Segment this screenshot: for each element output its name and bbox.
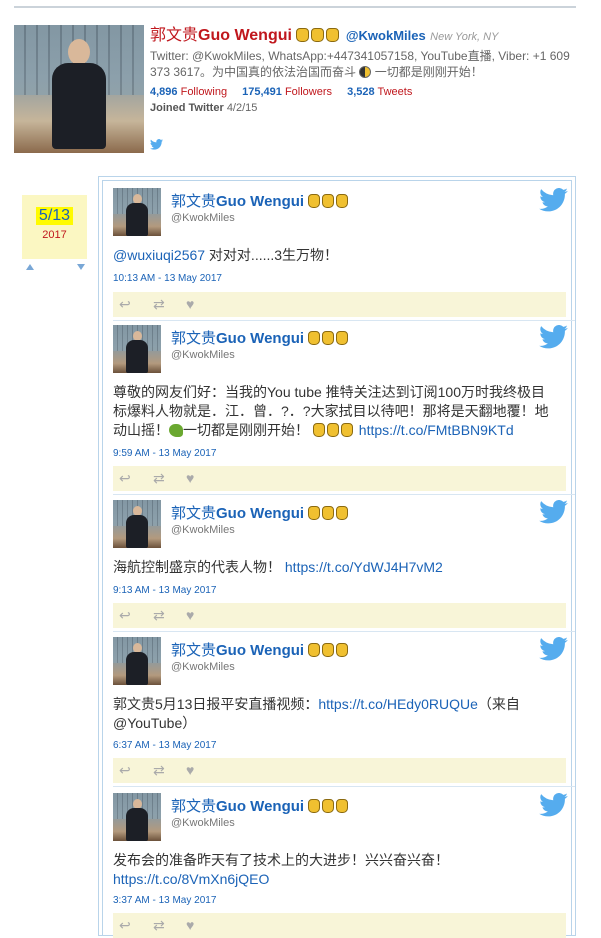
profile-info: 郭文贵Guo Wengui @KwokMiles New York, NY Tw…	[150, 25, 590, 114]
tweet-avatar[interactable]	[113, 637, 161, 685]
tweet-author-name[interactable]: 郭文贵Guo Wengui	[171, 795, 350, 816]
tweet-link[interactable]: https://t.co/8VmXn6jQEO	[113, 871, 269, 887]
tweet-actions: ↩ ⇄ ♥	[113, 603, 566, 628]
like-icon[interactable]: ♥	[186, 918, 194, 932]
arrow-down-icon[interactable]	[77, 264, 85, 270]
tweets-label[interactable]: Tweets	[377, 86, 412, 98]
tweet-author-name[interactable]: 郭文贵Guo Wengui	[171, 190, 350, 211]
like-icon[interactable]: ♥	[186, 471, 194, 485]
arrow-up-icon[interactable]	[26, 264, 34, 270]
tweet-text: 发布会的准备昨天有了技术上的大进步！兴兴奋兴奋！ https://t.co/8Vm…	[113, 852, 449, 887]
like-icon[interactable]: ♥	[186, 608, 194, 622]
profile-avatar[interactable]	[14, 25, 144, 153]
tweet-author-name[interactable]: 郭文贵Guo Wengui	[171, 327, 350, 348]
fist-emoji-icon	[308, 330, 350, 347]
tweet-actions: ↩ ⇄ ♥	[113, 466, 566, 491]
tweet-actions: ↩ ⇄ ♥	[113, 758, 566, 783]
fist-emoji-icon	[308, 642, 350, 659]
tweet-avatar[interactable]	[113, 188, 161, 236]
tweet-item: 郭文贵Guo Wengui @KwokMiles 发布会的准备昨天有了技术上的大…	[113, 792, 568, 938]
tweet-avatar[interactable]	[113, 793, 161, 841]
tweets-count[interactable]: 3,528	[347, 86, 375, 98]
tweet-timestamp[interactable]: 10:13 AM - 13 May 2017	[113, 273, 222, 284]
tweet-link[interactable]: https://t.co/FMtBBN9KTd	[359, 422, 514, 438]
twitter-bird-icon[interactable]	[539, 324, 568, 354]
fist-emoji-icon	[308, 193, 350, 210]
tweet-author-name[interactable]: 郭文贵Guo Wengui	[171, 502, 350, 523]
following-count[interactable]: 4,896	[150, 86, 178, 98]
reply-icon[interactable]: ↩	[119, 763, 131, 777]
tweet-actions: ↩ ⇄ ♥	[113, 292, 566, 317]
retweet-icon[interactable]: ⇄	[153, 471, 165, 485]
tweet-avatar[interactable]	[113, 325, 161, 373]
profile-card: 郭文贵Guo Wengui @KwokMiles New York, NY Tw…	[14, 25, 584, 155]
twitter-bird-icon[interactable]	[539, 187, 568, 217]
mention-link[interactable]: @wuxiuqi2567	[113, 247, 205, 263]
moon-emoji-icon	[359, 66, 372, 78]
tweet-item: 郭文贵Guo Wengui @KwokMiles 尊敬的网友们好：当我的You …	[113, 324, 575, 495]
tweet-timestamp[interactable]: 9:59 AM - 13 May 2017	[113, 448, 216, 459]
twitter-bird-icon[interactable]	[539, 499, 568, 529]
date-year: 2017	[42, 229, 67, 241]
dragon-emoji-icon	[169, 424, 183, 437]
date-month-day: 5/13	[35, 207, 74, 225]
tweet-timestamp[interactable]: 6:37 AM - 13 May 2017	[113, 740, 216, 751]
tweet-avatar[interactable]	[113, 500, 161, 548]
tweet-text: 郭文贵5月13日报平安直播视频：https://t.co/HEdy0RUQUe（…	[113, 696, 520, 731]
tweet-item: 郭文贵Guo Wengui @KwokMiles 郭文贵5月13日报平安直播视频…	[113, 636, 575, 787]
tweet-timestamp[interactable]: 3:37 AM - 13 May 2017	[113, 895, 216, 906]
tweet-timeline: 郭文贵Guo Wengui @KwokMiles @wuxiuqi2567 对对…	[98, 176, 576, 938]
tweet-author-handle[interactable]: @KwokMiles	[171, 661, 235, 673]
tweet-author-handle[interactable]: @KwokMiles	[171, 524, 235, 536]
retweet-icon[interactable]: ⇄	[153, 297, 165, 311]
profile-stats: 4,896 Following 175,491 Followers 3,528 …	[150, 86, 590, 98]
fist-emoji-icon	[312, 422, 355, 438]
tweet-item: 郭文贵Guo Wengui @KwokMiles @wuxiuqi2567 对对…	[113, 187, 575, 321]
tweet-text: 尊敬的网友们好：当我的You tube 推特关注达到订阅100万时我终极目标爆料…	[113, 384, 549, 438]
tweet-author-name[interactable]: 郭文贵Guo Wengui	[171, 639, 350, 660]
retweet-icon[interactable]: ⇄	[153, 763, 165, 777]
like-icon[interactable]: ♥	[186, 297, 194, 311]
fist-emoji-icon	[296, 27, 341, 44]
tweet-timestamp[interactable]: 9:13 AM - 13 May 2017	[113, 585, 216, 596]
like-icon[interactable]: ♥	[186, 763, 194, 777]
fist-emoji-icon	[308, 505, 350, 522]
joined-info: Joined Twitter 4/2/15	[150, 102, 258, 114]
reply-icon[interactable]: ↩	[119, 297, 131, 311]
twitter-bird-icon[interactable]	[539, 636, 568, 666]
tweet-text: @wuxiuqi2567 对对对......3生万物！	[113, 247, 339, 263]
tweet-author-handle[interactable]: @KwokMiles	[171, 212, 235, 224]
date-marker: 5/13 2017	[22, 195, 87, 259]
tweet-author-handle[interactable]: @KwokMiles	[171, 349, 235, 361]
fist-emoji-icon	[308, 798, 350, 815]
reply-icon[interactable]: ↩	[119, 918, 131, 932]
twitter-bird-icon[interactable]	[150, 137, 163, 155]
tweet-actions: ↩ ⇄ ♥	[113, 913, 566, 938]
profile-location: New York, NY	[430, 31, 499, 43]
twitter-bird-icon[interactable]	[539, 792, 568, 822]
tweet-item: 郭文贵Guo Wengui @KwokMiles 海航控制盛京的代表人物！ ht…	[113, 499, 575, 632]
retweet-icon[interactable]: ⇄	[153, 918, 165, 932]
reply-icon[interactable]: ↩	[119, 608, 131, 622]
profile-name[interactable]: 郭文贵Guo Wengui @KwokMiles New York, NY	[150, 25, 590, 47]
retweet-icon[interactable]: ⇄	[153, 608, 165, 622]
followers-label[interactable]: Followers	[285, 86, 332, 98]
header-divider	[14, 6, 576, 8]
following-label[interactable]: Following	[181, 86, 227, 98]
tweet-author-handle[interactable]: @KwokMiles	[171, 817, 235, 829]
profile-bio: Twitter: @KwokMiles, WhatsApp:+447341057…	[150, 49, 570, 79]
followers-count[interactable]: 175,491	[242, 86, 282, 98]
profile-handle[interactable]: @KwokMiles	[346, 28, 426, 43]
reply-icon[interactable]: ↩	[119, 471, 131, 485]
tweet-text: 海航控制盛京的代表人物！ https://t.co/YdWJ4H7vM2	[113, 559, 443, 575]
tweet-link[interactable]: https://t.co/HEdy0RUQUe	[318, 696, 478, 712]
tweet-link[interactable]: https://t.co/YdWJ4H7vM2	[285, 559, 443, 575]
